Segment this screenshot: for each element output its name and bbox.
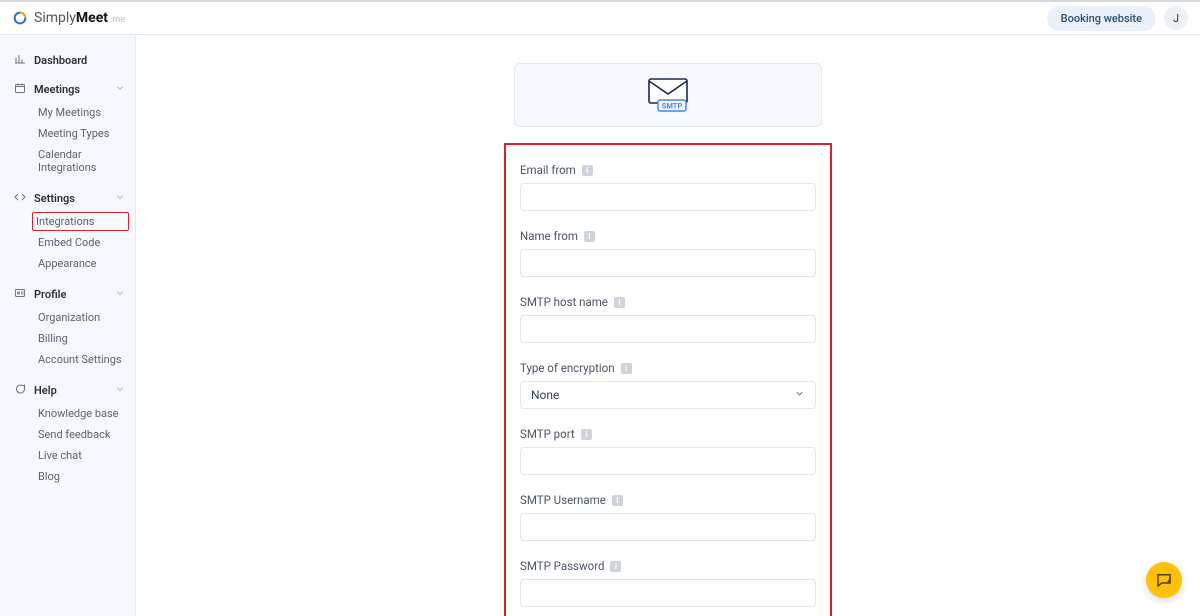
info-icon[interactable]: i	[582, 165, 593, 176]
chevron-down-icon	[794, 388, 805, 402]
sidebar-item-settings[interactable]: Settings	[0, 187, 135, 210]
sidebar-item-integrations[interactable]: Integrations	[32, 212, 129, 231]
booking-website-button[interactable]: Booking website	[1047, 6, 1156, 31]
smtp-port-input[interactable]	[520, 447, 816, 475]
info-icon[interactable]: i	[581, 429, 592, 440]
sidebar-item-send-feedback[interactable]: Send feedback	[34, 425, 135, 444]
chevron-down-icon	[115, 384, 125, 397]
smtp-form-card: Email from i Name from i SMTP host name …	[504, 143, 832, 616]
smtp-hero-card: SMTP	[514, 63, 822, 127]
avatar[interactable]: J	[1164, 6, 1188, 30]
smtp-envelope-icon: SMTP	[648, 78, 688, 112]
info-icon[interactable]: i	[612, 495, 623, 506]
sidebar-item-organization[interactable]: Organization	[34, 308, 135, 327]
topbar: SimplyMeet.me Booking website J	[0, 2, 1200, 35]
support-chat-fab[interactable]	[1146, 562, 1182, 598]
main-content: SMTP Email from i Name from i	[136, 35, 1200, 616]
chevron-down-icon	[115, 192, 125, 205]
email-from-label: Email from i	[520, 163, 816, 177]
sidebar-item-billing[interactable]: Billing	[34, 329, 135, 348]
code-icon	[14, 191, 26, 206]
sidebar-item-calendar-integrations[interactable]: Calendar Integrations	[34, 145, 135, 177]
encryption-select[interactable]: None	[520, 381, 816, 409]
topbar-right: Booking website J	[1047, 6, 1188, 31]
sidebar-item-embed-code[interactable]: Embed Code	[34, 233, 135, 252]
sidebar-item-account-settings[interactable]: Account Settings	[34, 350, 135, 369]
calendar-icon	[14, 82, 26, 97]
info-icon[interactable]: i	[584, 231, 595, 242]
sidebar-item-my-meetings[interactable]: My Meetings	[34, 103, 135, 122]
svg-text:SMTP: SMTP	[662, 102, 683, 111]
info-icon[interactable]: i	[610, 561, 621, 572]
sidebar-item-meetings[interactable]: Meetings	[0, 78, 135, 101]
sidebar-label: Meetings	[34, 83, 80, 96]
smtp-username-label: SMTP Username i	[520, 493, 816, 507]
smtp-host-input[interactable]	[520, 315, 816, 343]
name-from-label: Name from i	[520, 229, 816, 243]
smtp-password-label: SMTP Password i	[520, 559, 816, 573]
sidebar-item-meeting-types[interactable]: Meeting Types	[34, 124, 135, 143]
smtp-password-input[interactable]	[520, 579, 816, 607]
chevron-down-icon	[115, 83, 125, 96]
chat-bubble-icon	[1155, 571, 1173, 589]
chart-bar-icon	[14, 53, 26, 68]
sidebar-item-appearance[interactable]: Appearance	[34, 254, 135, 273]
email-from-input[interactable]	[520, 183, 816, 211]
sidebar-item-live-chat[interactable]: Live chat	[34, 446, 135, 465]
sidebar-item-help[interactable]: Help	[0, 379, 135, 402]
info-icon[interactable]: i	[614, 297, 625, 308]
info-icon[interactable]: i	[621, 363, 632, 374]
sidebar-label: Help	[34, 384, 57, 397]
name-from-input[interactable]	[520, 249, 816, 277]
sidebar-item-dashboard[interactable]: Dashboard	[0, 49, 135, 72]
sidebar-label: Profile	[34, 288, 66, 301]
encryption-label: Type of encryption i	[520, 361, 816, 375]
smtp-host-label: SMTP host name i	[520, 295, 816, 309]
brand-wordmark: SimplyMeet.me	[34, 10, 125, 26]
brand-logo-icon	[12, 10, 28, 26]
sidebar-item-profile[interactable]: Profile	[0, 283, 135, 306]
chat-icon	[14, 383, 26, 398]
smtp-port-label: SMTP port i	[520, 427, 816, 441]
chevron-down-icon	[115, 288, 125, 301]
brand[interactable]: SimplyMeet.me	[12, 10, 125, 26]
sidebar-item-blog[interactable]: Blog	[34, 467, 135, 486]
sidebar-item-knowledge-base[interactable]: Knowledge base	[34, 404, 135, 423]
id-card-icon	[14, 287, 26, 302]
sidebar: Dashboard Meetings My Meetings Meeting	[0, 35, 136, 616]
sidebar-label: Settings	[34, 192, 75, 205]
sidebar-label: Dashboard	[34, 54, 87, 67]
encryption-selected-value: None	[531, 388, 559, 402]
smtp-username-input[interactable]	[520, 513, 816, 541]
